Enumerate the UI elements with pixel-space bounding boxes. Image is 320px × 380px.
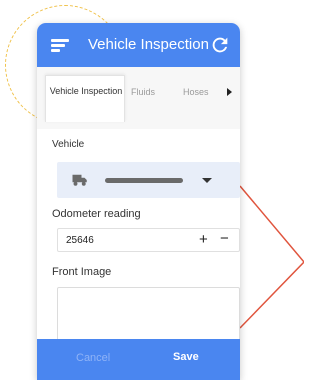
tab-scroll-right-icon[interactable] [227, 88, 232, 96]
vehicle-select[interactable] [57, 162, 240, 198]
odometer-value: 25646 [66, 235, 94, 246]
tab-hoses[interactable]: Hoses [183, 87, 209, 97]
phone-frame: Vehicle Inspection Vehicle Inspection Fl… [37, 23, 240, 380]
increment-button[interactable]: + [199, 230, 208, 250]
vehicle-label: Vehicle [52, 139, 85, 150]
tab-vehicle-inspection[interactable]: Vehicle Inspection [45, 75, 125, 122]
tab-fluids[interactable]: Fluids [131, 87, 155, 97]
hamburger-menu-icon[interactable] [51, 36, 69, 54]
app-bar: Vehicle Inspection [37, 23, 240, 67]
tab-bar: Vehicle Inspection Fluids Hoses [37, 67, 240, 130]
vehicle-placeholder-bar [105, 178, 183, 183]
form-content: Vehicle Odometer reading 25646 + − Front… [37, 129, 240, 360]
odometer-label: Odometer reading [52, 208, 141, 220]
bottom-action-bar: Cancel Save [37, 339, 240, 380]
chevron-down-icon [202, 178, 212, 183]
tab-label: Vehicle Inspection [49, 86, 123, 96]
cancel-button[interactable]: Cancel [76, 352, 110, 364]
odometer-field[interactable]: 25646 + − [57, 228, 240, 252]
page-title: Vehicle Inspection [88, 36, 209, 53]
decrement-button[interactable]: − [220, 229, 229, 249]
front-image-label: Front Image [52, 266, 112, 278]
truck-icon [72, 174, 87, 186]
refresh-icon[interactable] [209, 34, 231, 56]
save-button[interactable]: Save [173, 351, 199, 363]
